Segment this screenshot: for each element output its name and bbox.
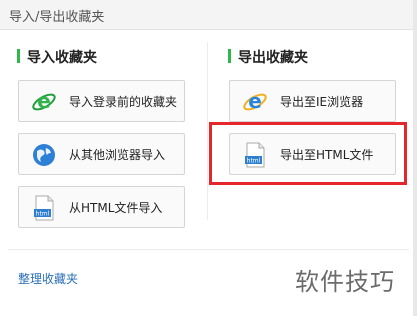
import-html-file-button[interactable]: html 从HTML文件导入 [18,186,185,228]
import-other-browser-label: 从其他浏览器导入 [69,148,166,162]
globe-icon [31,142,57,168]
import-other-browser-button[interactable]: 从其他浏览器导入 [18,133,185,175]
export-ie-label: 导出至IE浏览器 [280,95,364,109]
title-bar: 导入/导出收藏夹 [0,0,417,30]
window-edge [413,0,417,316]
svg-text:e: e [37,89,51,113]
export-ie-button[interactable]: e 导出至IE浏览器 [229,80,396,122]
window-title: 导入/导出收藏夹 [9,10,105,25]
import-before-login-label: 导入登录前的收藏夹 [69,95,178,109]
accent-bar [228,49,231,63]
svg-text:html: html [36,211,50,218]
section-divider [207,42,208,220]
html-file-icon: html [31,195,57,221]
watermark: 软件技巧 [295,268,395,296]
import-section-title: 导入收藏夹 [27,50,97,66]
import-before-login-button[interactable]: e 导入登录前的收藏夹 [18,80,185,122]
ie-logo-icon: e [31,89,57,115]
organize-favorites-link[interactable]: 整理收藏夹 [18,270,78,287]
highlight-box [209,122,407,185]
ie-logo-icon: e [242,89,268,115]
svg-text:e: e [248,89,262,113]
export-section-title: 导出收藏夹 [238,50,308,66]
accent-bar [17,49,20,63]
import-html-file-label: 从HTML文件导入 [69,201,163,215]
footer-divider [8,249,409,250]
